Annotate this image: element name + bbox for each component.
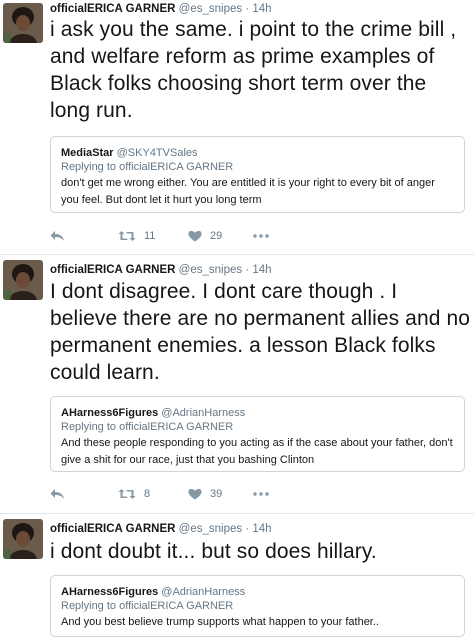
retweet-button[interactable]: 8 — [118, 486, 150, 502]
timestamp[interactable]: 14h — [252, 3, 271, 15]
tweet-text: i dont doubt it... but so does hillary. — [50, 540, 377, 563]
retweet-icon — [118, 231, 136, 241]
quoted-tweet[interactable]: AHarness6Figures @AdrianHarness Replying… — [50, 575, 465, 637]
like-icon — [188, 488, 202, 500]
tweet-action-bar: 11 29 — [50, 228, 310, 244]
avatar[interactable] — [3, 3, 43, 43]
reply-button[interactable] — [50, 228, 65, 244]
quoted-tweet-text: don't get me wrong either. You are entit… — [61, 177, 435, 206]
tweet-actions-row: 11 29 — [0, 226, 474, 246]
author-handle[interactable]: @es_snipes — [179, 3, 242, 15]
tweet-header: officialERICA GARNER @es_snipes · 14h — [50, 2, 272, 16]
quoted-tweet-header: AHarness6Figures @AdrianHarness — [61, 585, 454, 599]
separator-dot: · — [245, 523, 250, 535]
tweet-action-bar: 8 39 — [50, 486, 310, 502]
tweet-header: officialERICA GARNER @es_snipes · 14h — [50, 522, 272, 536]
tweet-text: I dont disagree. I dont care though . I … — [50, 280, 471, 384]
separator-dot: · — [245, 3, 250, 15]
tweet[interactable]: officialERICA GARNER @es_snipes · 14h i … — [0, 514, 474, 640]
quoted-tweet-header: MediaStar @SKY4TVSales — [61, 146, 454, 160]
like-count: 39 — [210, 488, 223, 500]
tweet[interactable]: officialERICA GARNER @es_snipes · 14h i … — [0, 0, 474, 226]
reply-icon — [50, 231, 64, 241]
quoted-author-handle: @SKY4TVSales — [116, 147, 198, 159]
replying-to: Replying to officialERICA GARNER — [61, 421, 234, 433]
like-button[interactable]: 29 — [188, 228, 222, 244]
quoted-tweet-text: And these people responding to you actin… — [61, 437, 453, 466]
tweet-header: officialERICA GARNER @es_snipes · 14h — [50, 263, 272, 277]
more-icon — [253, 234, 269, 238]
avatar[interactable] — [3, 519, 43, 559]
quoted-author-name: AHarness6Figures — [61, 586, 159, 598]
retweet-count: 11 — [144, 230, 156, 242]
quoted-author-name: AHarness6Figures — [61, 407, 159, 419]
reply-icon — [50, 489, 64, 499]
quoted-author-handle: @AdrianHarness — [161, 586, 246, 598]
like-button[interactable]: 39 — [188, 486, 222, 502]
quoted-tweet[interactable]: AHarness6Figures @AdrianHarness Replying… — [50, 396, 465, 472]
quoted-author-name: MediaStar — [61, 147, 114, 159]
author-name[interactable]: officialERICA GARNER — [50, 264, 175, 276]
retweet-count: 8 — [144, 488, 151, 500]
avatar[interactable] — [3, 260, 43, 300]
author-handle[interactable]: @es_snipes — [179, 264, 242, 276]
more-button[interactable] — [253, 228, 269, 244]
like-count: 29 — [210, 230, 223, 242]
author-handle[interactable]: @es_snipes — [179, 523, 242, 535]
replying-to: Replying to officialERICA GARNER — [61, 161, 234, 173]
separator-dot: · — [245, 264, 250, 276]
tweet[interactable]: officialERICA GARNER @es_snipes · 14h I … — [0, 255, 474, 500]
more-button[interactable] — [253, 486, 269, 502]
more-icon — [253, 492, 269, 496]
quoted-tweet-text: And you best believe trump supports what… — [61, 616, 379, 628]
quoted-tweet[interactable]: MediaStar @SKY4TVSales Replying to offic… — [50, 136, 465, 213]
timestamp[interactable]: 14h — [252, 523, 271, 535]
retweet-icon — [118, 489, 136, 499]
retweet-button[interactable]: 11 — [118, 228, 155, 244]
author-name[interactable]: officialERICA GARNER — [50, 523, 175, 535]
quoted-author-handle: @AdrianHarness — [161, 407, 246, 419]
like-icon — [188, 230, 202, 242]
reply-button[interactable] — [50, 486, 65, 502]
timestamp[interactable]: 14h — [252, 264, 271, 276]
quoted-tweet-header: AHarness6Figures @AdrianHarness — [61, 406, 454, 420]
tweet-text: i ask you the same. i point to the crime… — [50, 18, 457, 122]
replying-to: Replying to officialERICA GARNER — [61, 600, 234, 612]
author-name[interactable]: officialERICA GARNER — [50, 3, 175, 15]
